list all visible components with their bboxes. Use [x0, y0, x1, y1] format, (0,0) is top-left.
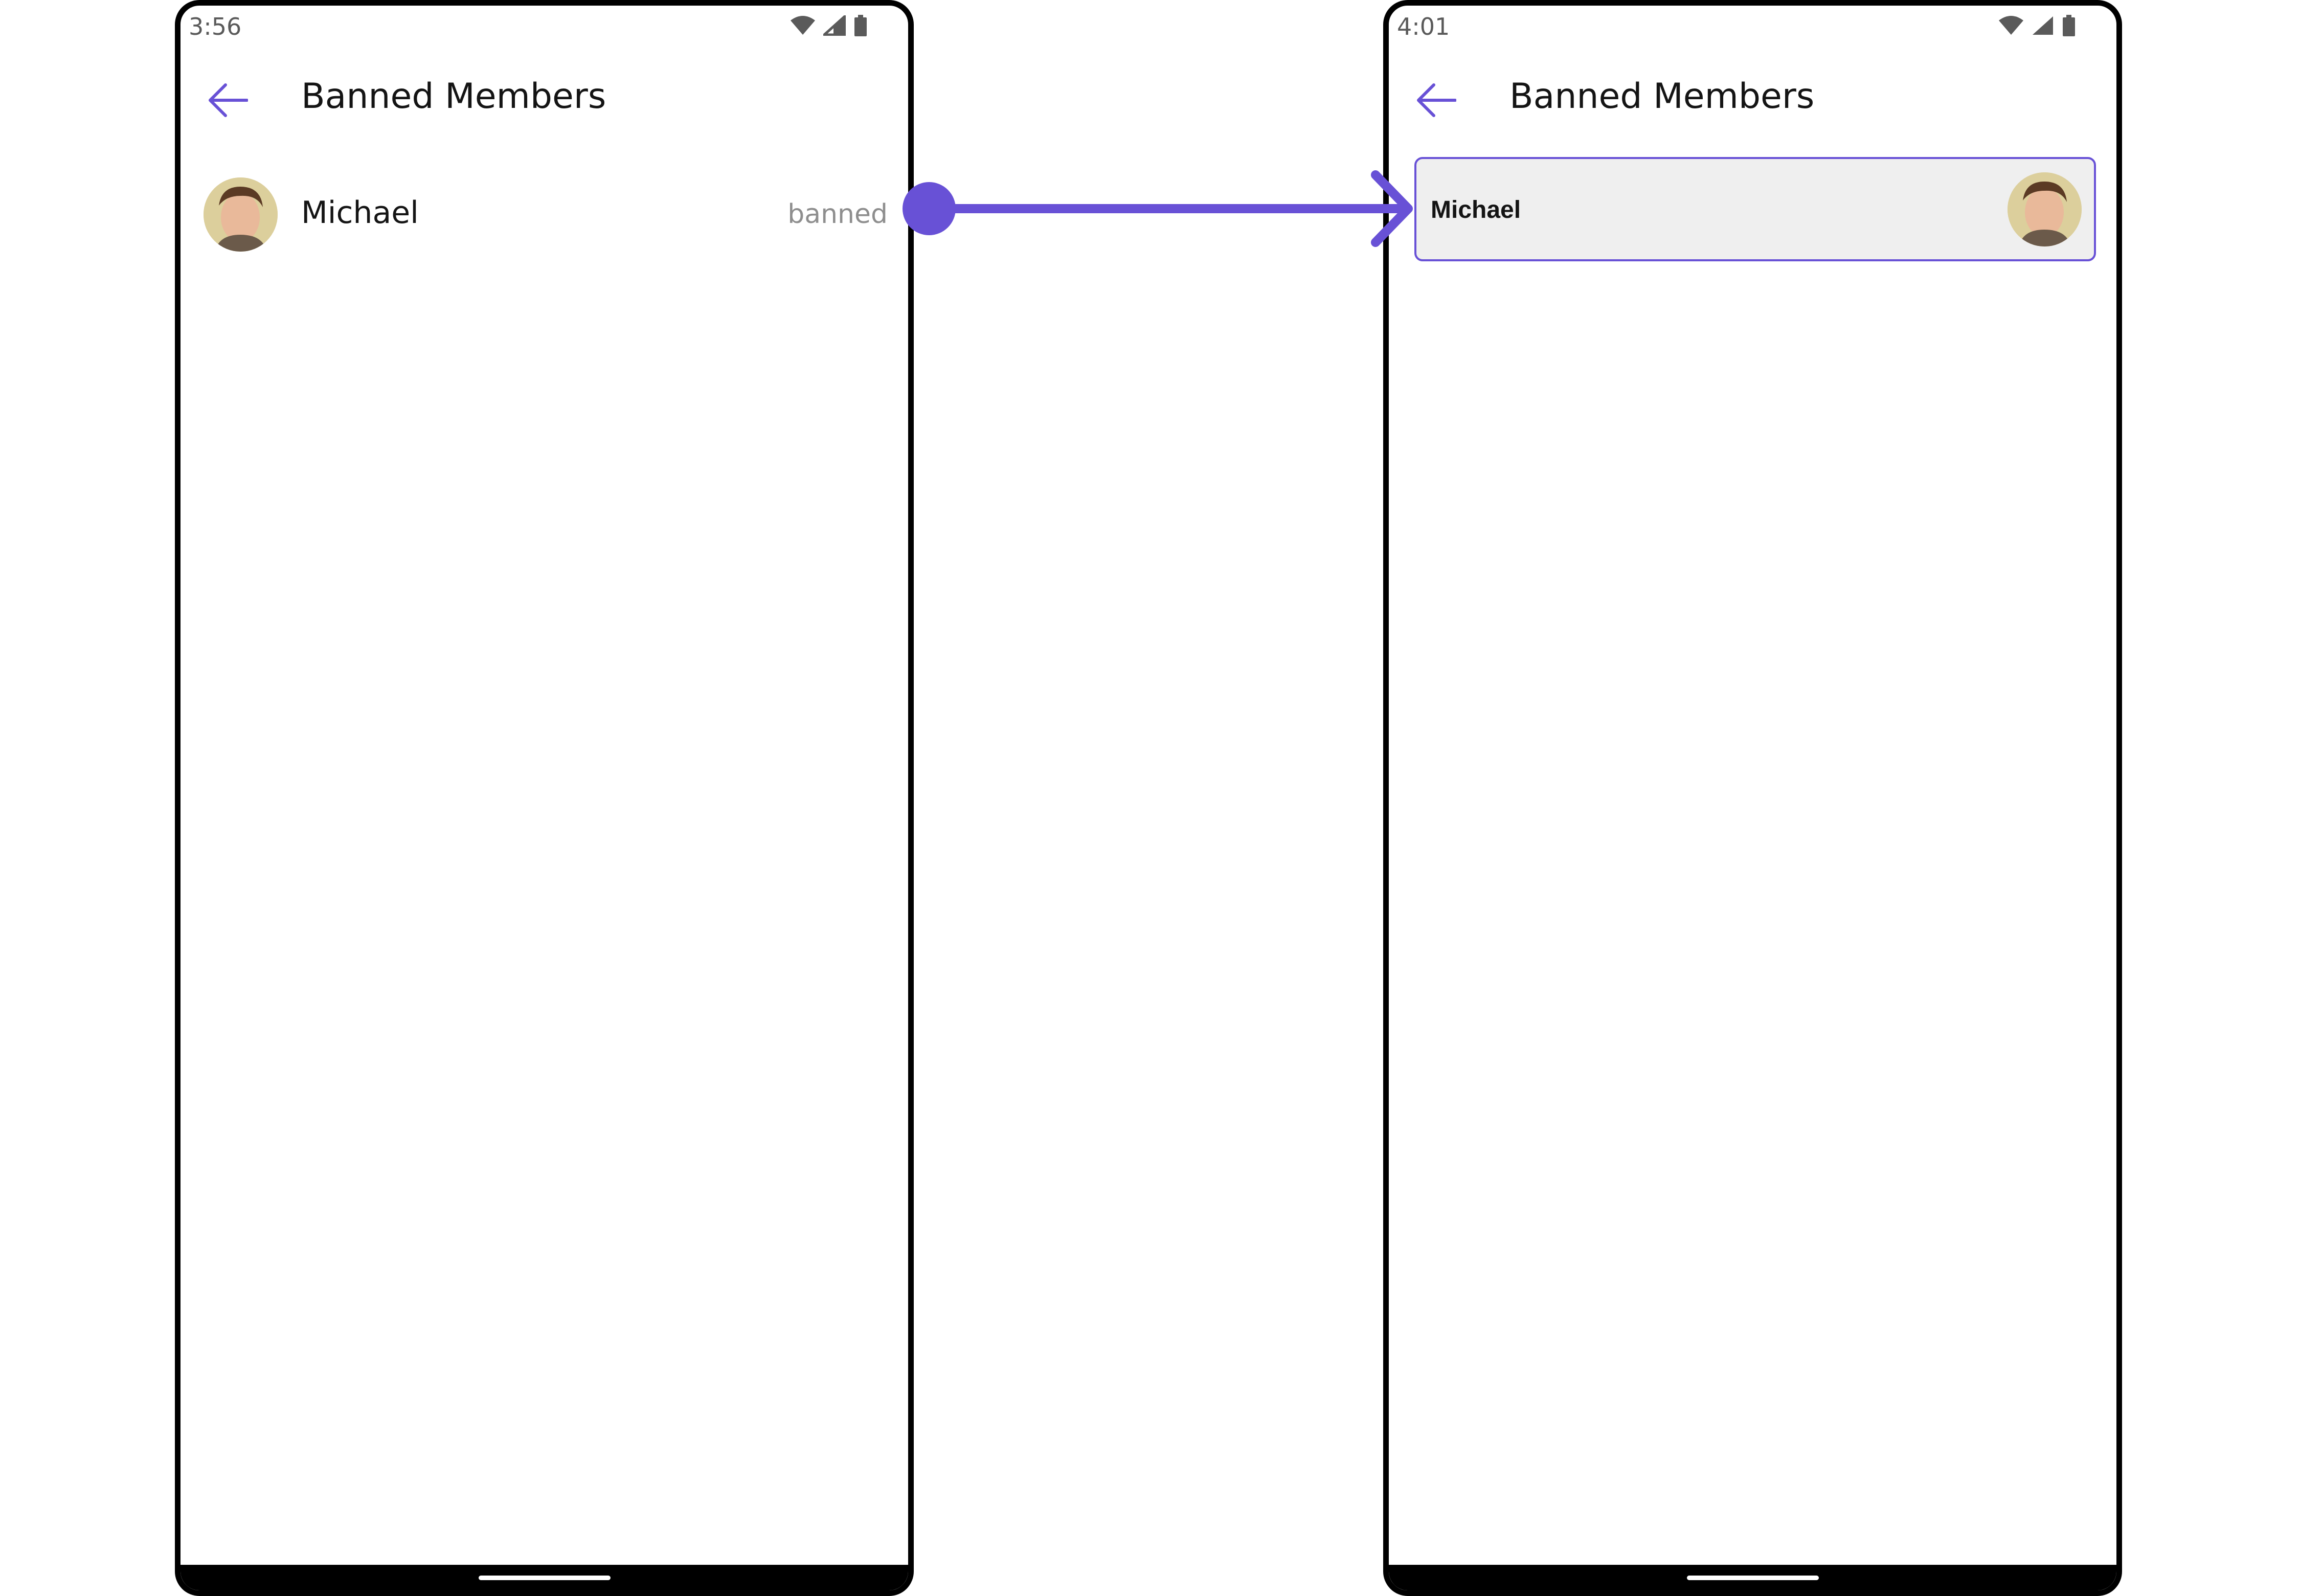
status-time: 4:01	[1397, 13, 1450, 40]
avatar	[2008, 172, 2082, 246]
member-name: Michael	[301, 195, 419, 231]
avatar	[204, 177, 278, 252]
phone-frame-after: 4:01 Banned Members Michael	[1383, 0, 2122, 1596]
battery-icon	[2063, 15, 2075, 36]
page-title: Banned Members	[301, 76, 606, 117]
page-title: Banned Members	[1509, 76, 1815, 117]
status-icons	[1999, 15, 2076, 36]
status-icons	[791, 15, 867, 36]
arrow-left-icon	[209, 83, 248, 117]
comparison-stage: 3:56 Banned Members Michael banned 4:01 …	[0, 0, 2300, 1596]
home-indicator[interactable]	[1686, 1576, 1819, 1580]
banned-status-label: banned	[787, 199, 888, 230]
navigation-bar	[181, 1565, 908, 1590]
member-name: Michael	[1431, 196, 1521, 223]
back-button[interactable]	[1413, 77, 1459, 123]
back-button[interactable]	[205, 77, 251, 123]
cellular-signal-icon	[823, 15, 846, 36]
status-bar: 4:01	[1389, 6, 2116, 47]
navigation-bar	[1389, 1565, 2116, 1590]
wifi-icon	[1999, 16, 2023, 35]
home-indicator[interactable]	[478, 1576, 611, 1580]
member-list-item-custom[interactable]: Michael	[1414, 157, 2096, 261]
status-bar: 3:56	[181, 6, 908, 47]
wifi-icon	[791, 16, 815, 35]
status-time: 3:56	[189, 13, 242, 40]
cellular-signal-icon	[2033, 16, 2053, 35]
app-bar: Banned Members	[181, 52, 908, 149]
arrow-left-icon	[1417, 83, 1456, 117]
member-list-item[interactable]: Michael banned	[181, 169, 908, 261]
battery-icon	[854, 15, 867, 36]
phone-frame-before: 3:56 Banned Members Michael banned	[175, 0, 914, 1596]
app-bar: Banned Members	[1389, 52, 2116, 149]
